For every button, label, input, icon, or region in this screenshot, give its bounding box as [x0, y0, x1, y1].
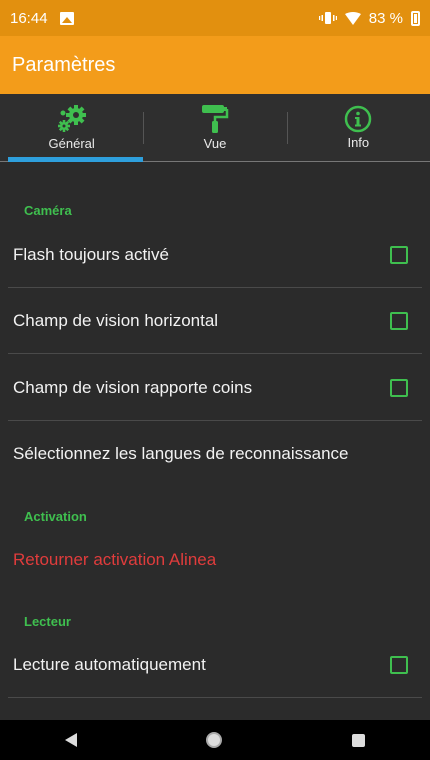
- tab-bar: Général Vue Info: [0, 94, 430, 162]
- setting-flash-label: Flash toujours activé: [13, 244, 169, 264]
- setting-auto-read-label: Lecture automatiquement: [13, 654, 206, 674]
- setting-corner-fov-label: Champ de vision rapporte coins: [13, 377, 253, 397]
- tab-info[interactable]: Info: [286, 94, 430, 161]
- tab-vue[interactable]: Vue: [143, 94, 286, 161]
- tab-vue-label: Vue: [203, 136, 227, 151]
- status-bar: 16:44 83 %: [0, 0, 430, 36]
- setting-flash-checkbox[interactable]: [390, 245, 408, 264]
- status-time: 16:44: [10, 9, 48, 27]
- tab-general-label: Général: [48, 136, 95, 151]
- return-activation-label: Retourner activation Alinea: [13, 550, 217, 569]
- page-title: Paramètres: [12, 53, 116, 76]
- settings-list: Caméra Flash toujours activé Champ de vi…: [0, 163, 430, 720]
- battery-percent: 83 %: [368, 9, 403, 27]
- section-header-lecteur: Lecteur: [24, 614, 71, 629]
- image-notification-icon: [59, 11, 74, 25]
- setting-auto-read-checkbox[interactable]: [390, 655, 408, 674]
- navigation-bar: [0, 720, 430, 760]
- status-left: 16:44: [10, 10, 74, 27]
- app-bar: Paramètres: [0, 36, 430, 94]
- wifi-icon: [344, 11, 361, 25]
- status-right: 83 %: [318, 9, 420, 27]
- recents-icon[interactable]: [352, 733, 366, 747]
- setting-recognition-languages[interactable]: Sélectionnez les langues de reconnaissan…: [0, 421, 430, 487]
- setting-flash[interactable]: Flash toujours activé: [0, 221, 430, 288]
- vibrate-icon: [318, 12, 337, 24]
- setting-recognition-languages-label: Sélectionnez les langues de reconnaissan…: [13, 444, 349, 463]
- setting-auto-read[interactable]: Lecture automatiquement: [0, 631, 430, 698]
- setting-horizontal-fov-checkbox[interactable]: [390, 312, 408, 330]
- setting-corner-fov[interactable]: Champ de vision rapporte coins: [0, 354, 430, 421]
- gears-icon: [57, 105, 86, 132]
- battery-icon: [411, 10, 420, 26]
- home-icon[interactable]: [206, 732, 223, 748]
- info-icon: [345, 105, 372, 133]
- back-icon[interactable]: [64, 733, 77, 747]
- paint-roller-icon: [201, 105, 229, 133]
- tab-info-label: Info: [347, 135, 370, 150]
- section-header-activation: Activation: [24, 509, 87, 524]
- setting-horizontal-fov-label: Champ de vision horizontal: [13, 311, 219, 330]
- section-header-camera: Caméra: [24, 203, 72, 218]
- return-activation-button[interactable]: Retourner activation Alinea: [0, 529, 430, 591]
- tab-general[interactable]: Général: [0, 94, 144, 162]
- setting-horizontal-fov[interactable]: Champ de vision horizontal: [0, 288, 430, 354]
- setting-corner-fov-checkbox[interactable]: [390, 378, 408, 397]
